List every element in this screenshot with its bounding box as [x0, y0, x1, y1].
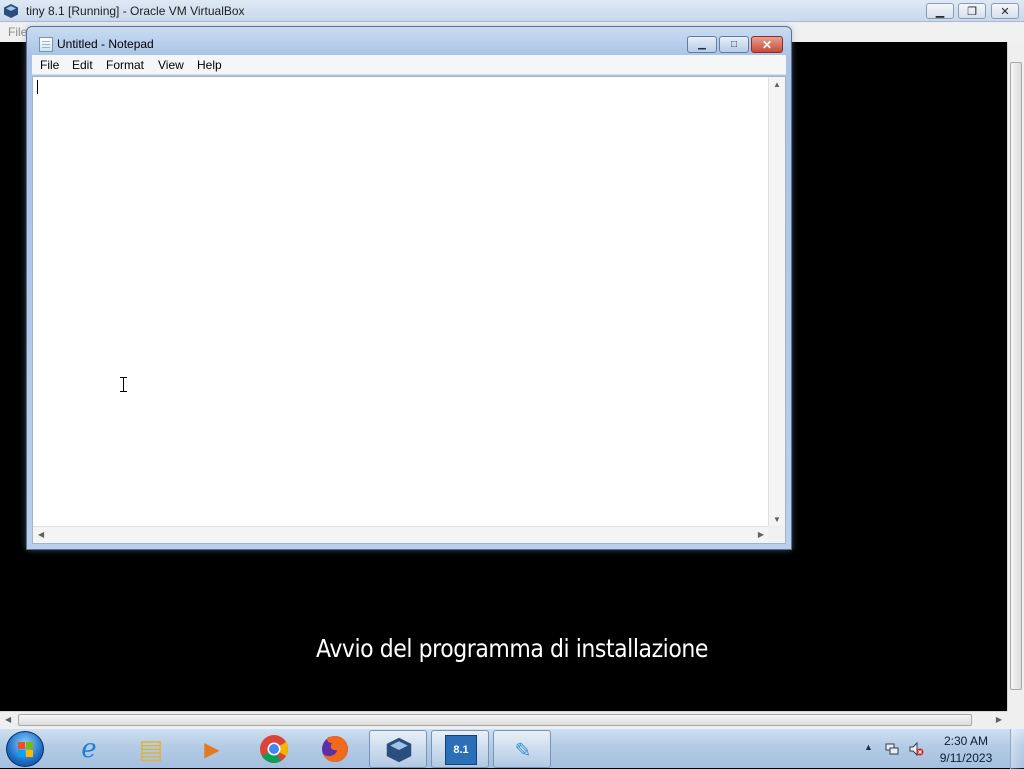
notepad-title: Untitled - Notepad [57, 37, 154, 51]
scroll-down-icon[interactable]: ▼ [773, 515, 781, 524]
show-hidden-icons-chevron-icon[interactable]: ▲ [864, 742, 873, 752]
menu-format[interactable]: Format [106, 58, 144, 72]
taskbar-virtualbox[interactable] [369, 730, 427, 768]
notepad-horizontal-scrollbar[interactable]: ◀ ▶ [33, 526, 769, 543]
host-scroll-right-icon[interactable]: ▶ [996, 715, 1002, 724]
host-titlebar: tiny 8.1 [Running] - Oracle VM VirtualBo… [0, 0, 1024, 22]
show-desktop-button[interactable] [1010, 729, 1024, 769]
install-message: Avvio del programma di installazione [316, 634, 708, 663]
notepad-taskbar-icon: ✎ [514, 739, 532, 762]
internet-explorer-icon: e [81, 734, 97, 764]
ibeam-cursor-icon [120, 377, 127, 392]
menu-help[interactable]: Help [197, 58, 222, 72]
clock-time[interactable]: 2:30 AM [932, 734, 1000, 748]
taskbar-chrome[interactable] [245, 730, 303, 768]
notepad-minimize-button[interactable]: ▁ [687, 36, 717, 53]
virtualbox-taskbar-icon [383, 735, 415, 765]
scroll-up-icon[interactable]: ▲ [773, 80, 781, 89]
host-vertical-scroll-thumb[interactable] [1010, 62, 1022, 690]
taskbar-media-player[interactable]: ▶ [183, 730, 241, 768]
host-window-title: tiny 8.1 [Running] - Oracle VM VirtualBo… [26, 4, 245, 18]
notepad-menubar: File Edit Format View Help [32, 55, 786, 75]
taskbar-file-explorer[interactable]: ▤ [122, 730, 180, 768]
taskbar-firefox[interactable] [306, 730, 364, 768]
text-caret [37, 80, 38, 94]
notepad-close-button[interactable]: ✕ [751, 36, 783, 53]
windows-flag-icon [18, 742, 34, 757]
notepad-text-area[interactable]: ▲ ▼ ◀ ▶ [32, 76, 786, 544]
host-close-button[interactable]: ✕ [991, 3, 1019, 19]
virtualbox-icon [4, 4, 18, 18]
volume-muted-icon[interactable] [908, 741, 924, 757]
chrome-icon [258, 734, 290, 764]
vm-8-1-icon: 8.1 [445, 735, 477, 765]
scroll-corner [1007, 711, 1024, 728]
notepad-window: Untitled - Notepad ▁ □ ✕ File Edit Forma… [26, 26, 792, 550]
media-player-icon: ▶ [204, 738, 220, 761]
host-scroll-left-icon[interactable]: ◀ [5, 715, 11, 724]
clock-date[interactable]: 9/11/2023 [932, 751, 1000, 765]
taskbar: e ▤ ▶ 8.1 ✎ ▲ 2:30 AM 9/11/2023 [0, 728, 1024, 769]
host-minimize-button[interactable]: ▁ [926, 3, 954, 19]
notepad-maximize-button[interactable]: □ [719, 36, 749, 53]
start-button[interactable] [6, 731, 44, 767]
taskbar-internet-explorer[interactable]: e [60, 730, 118, 768]
system-tray: ▲ 2:30 AM 9/11/2023 [860, 729, 1024, 769]
notepad-vertical-scrollbar[interactable]: ▲ ▼ [768, 77, 785, 527]
host-menu-file[interactable]: File [8, 25, 27, 39]
menu-view[interactable]: View [158, 58, 184, 72]
resize-grip-icon[interactable] [768, 526, 785, 543]
host-restore-button[interactable]: ❐ [958, 3, 986, 19]
taskbar-tiny-8-1-vm[interactable]: 8.1 [431, 730, 489, 768]
scroll-right-icon[interactable]: ▶ [758, 530, 764, 539]
taskbar-notepad[interactable]: ✎ [493, 730, 551, 768]
host-vertical-scrollbar[interactable] [1007, 42, 1024, 711]
network-icon[interactable] [884, 741, 900, 757]
host-horizontal-scrollbar[interactable]: ◀ ▶ [0, 711, 1007, 728]
firefox-icon [319, 734, 351, 764]
menu-file[interactable]: File [40, 58, 59, 72]
scroll-left-icon[interactable]: ◀ [38, 530, 44, 539]
folder-icon: ▤ [138, 733, 164, 764]
notepad-icon [39, 37, 53, 52]
host-horizontal-scroll-thumb[interactable] [18, 714, 972, 726]
menu-edit[interactable]: Edit [72, 58, 93, 72]
